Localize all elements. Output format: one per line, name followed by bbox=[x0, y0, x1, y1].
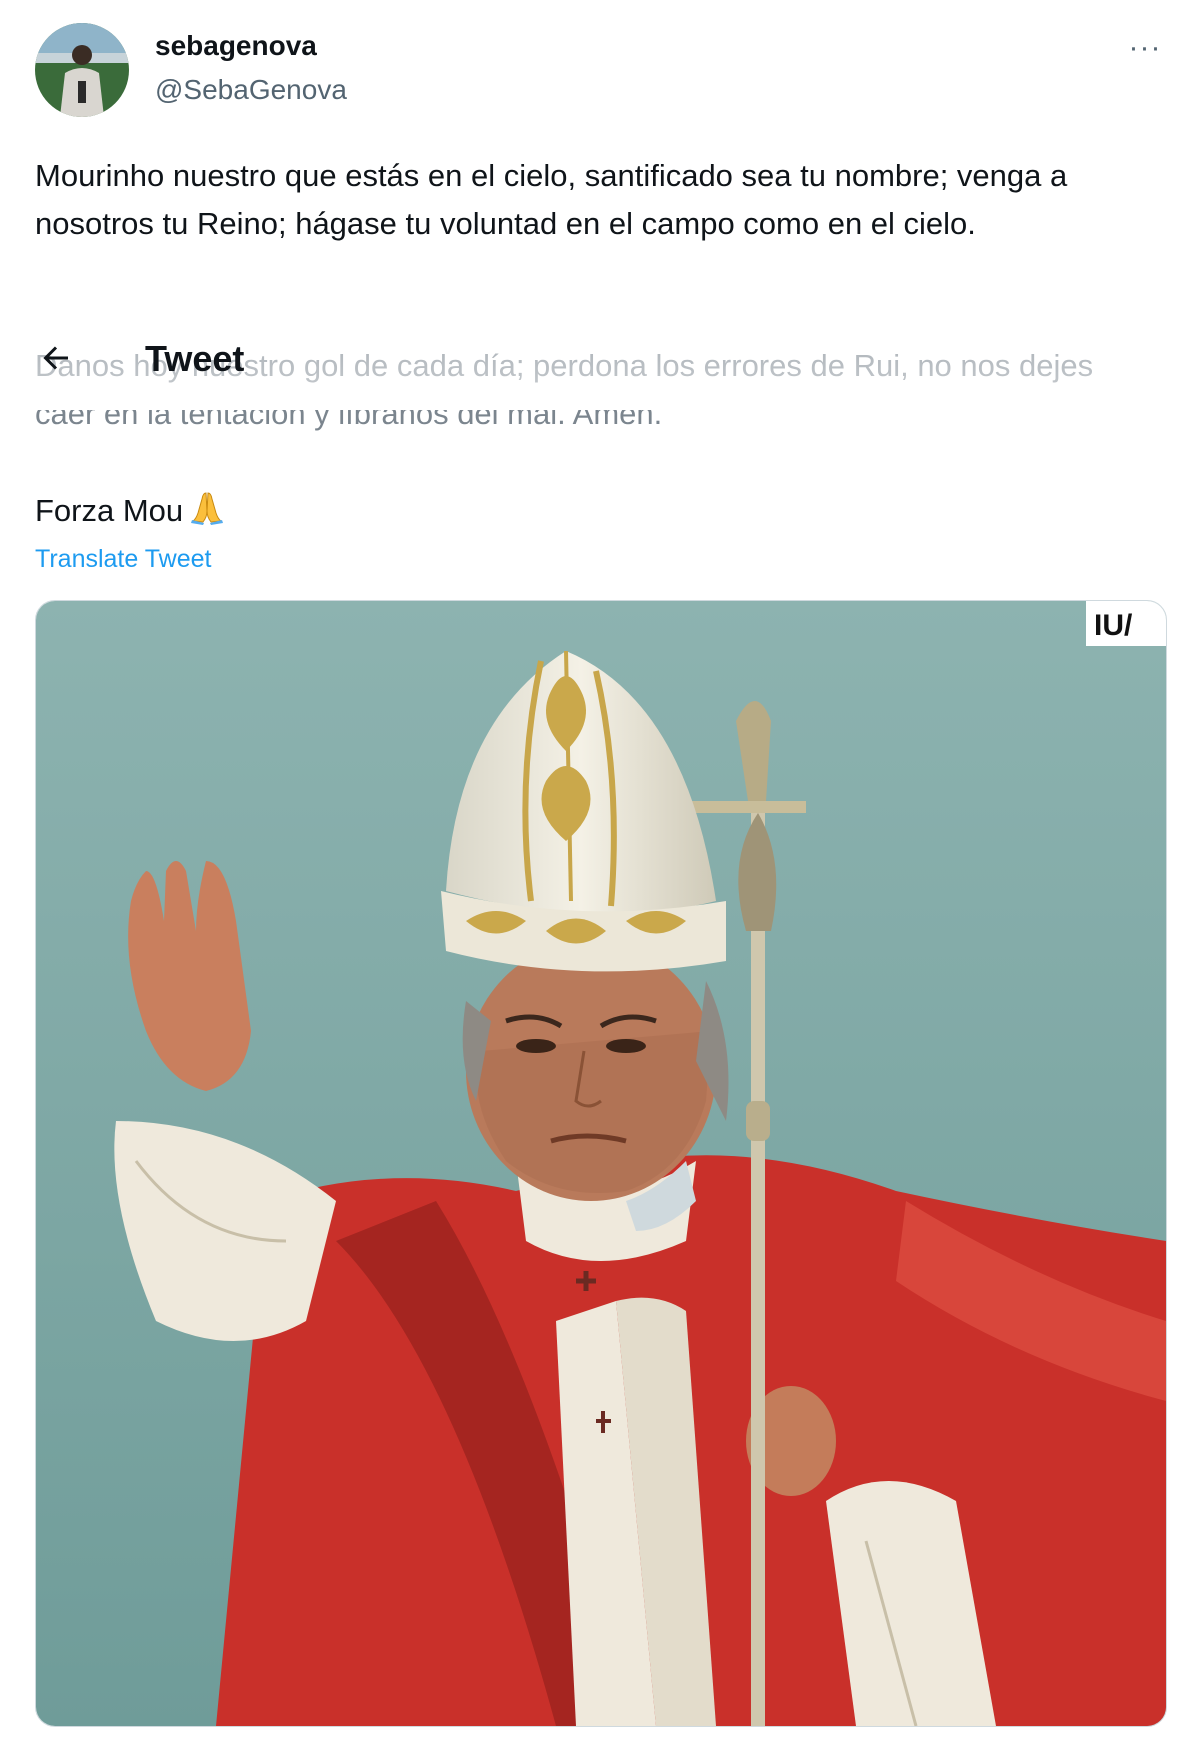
media-watermark: IU/ bbox=[1094, 609, 1133, 642]
header-title: Tweet bbox=[145, 338, 245, 379]
tweet-text-paragraph-3: Forza Mou bbox=[35, 487, 1155, 539]
avatar-image bbox=[35, 23, 129, 117]
pray-emoji-icon bbox=[189, 489, 225, 539]
author-name[interactable]: sebagenova bbox=[155, 30, 317, 62]
forza-mou-text: Forza Mou bbox=[35, 493, 184, 528]
arrow-left-icon bbox=[43, 346, 68, 370]
back-button[interactable] bbox=[38, 340, 74, 376]
author-handle[interactable]: @SebaGenova bbox=[155, 74, 347, 106]
header-divider bbox=[0, 390, 1200, 410]
author-avatar[interactable] bbox=[35, 23, 129, 117]
tweet-text-paragraph-1: Mourinho nuestro que estás en el cielo, … bbox=[35, 158, 1076, 241]
more-options-button[interactable]: ··· bbox=[1120, 28, 1170, 68]
pope-mourinho-photo: IU/ bbox=[36, 601, 1166, 1726]
more-icon: ··· bbox=[1128, 31, 1162, 64]
translate-tweet-link[interactable]: Translate Tweet bbox=[35, 545, 211, 574]
tweet-media-image[interactable]: IU/ bbox=[35, 600, 1167, 1727]
